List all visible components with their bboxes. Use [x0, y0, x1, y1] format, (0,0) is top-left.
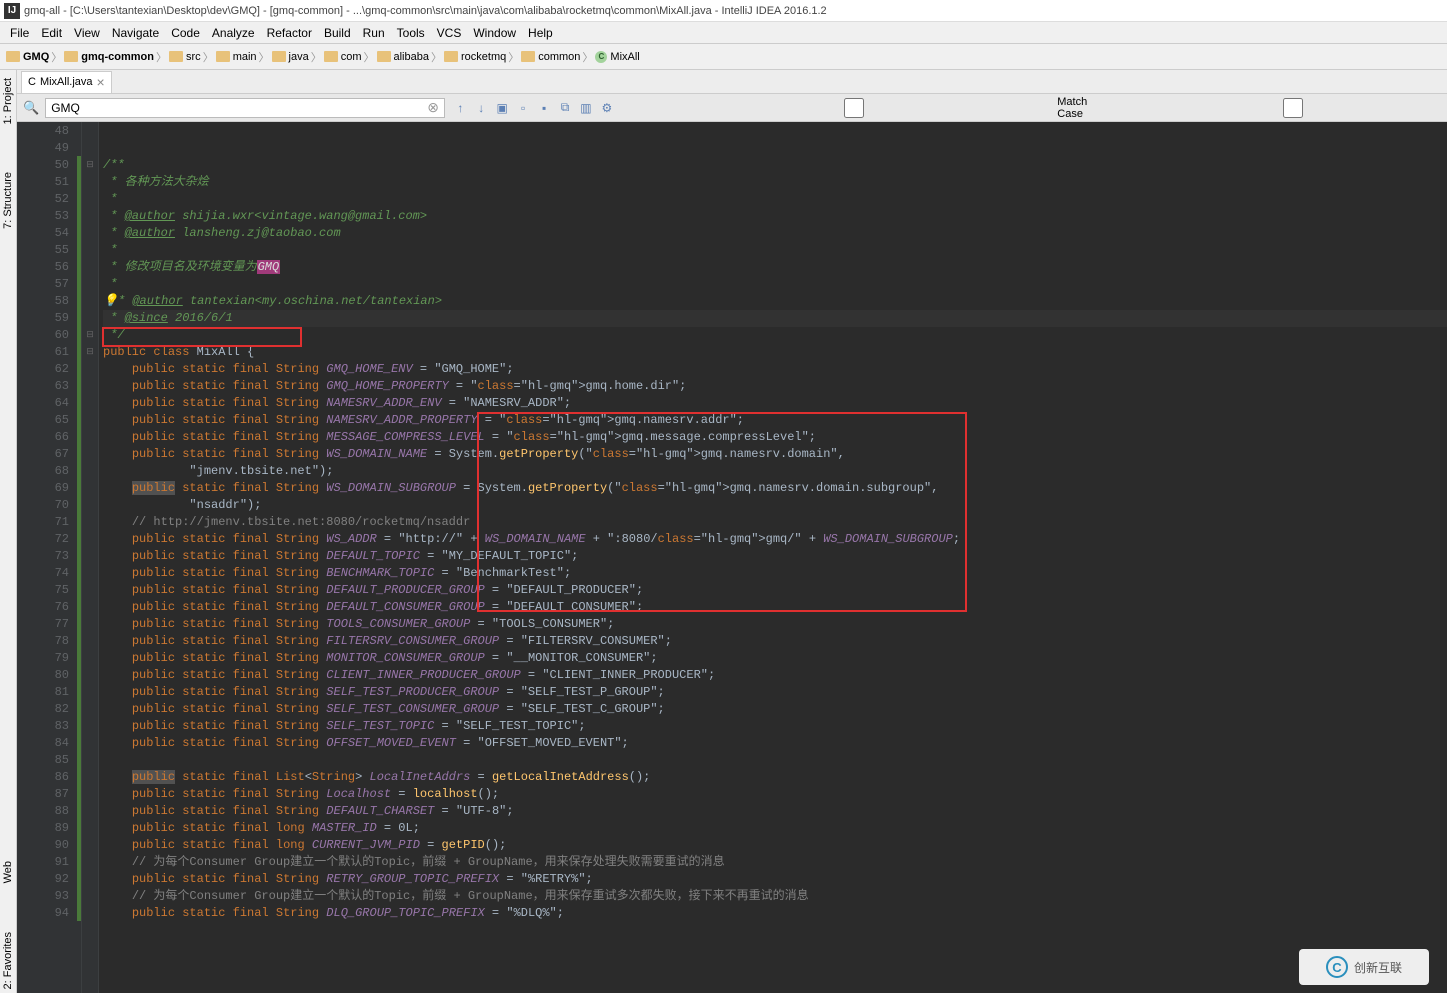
breadcrumb: GMQ〉 gmq-common〉 src〉 main〉 java〉 com〉 a…: [0, 44, 1447, 70]
code-body[interactable]: /** * 各种方法大杂烩 * * @author shijia.wxr<vin…: [99, 122, 1447, 993]
menu-analyze[interactable]: Analyze: [206, 26, 261, 40]
crumb-alibaba[interactable]: alibaba: [377, 51, 429, 63]
add-selection-icon[interactable]: ▫: [516, 100, 531, 116]
left-toolwindow-bar: 1: Project 7: Structure Web 2: Favorites: [0, 70, 17, 993]
crumb-com[interactable]: com: [324, 51, 362, 63]
menu-navigate[interactable]: Navigate: [106, 26, 165, 40]
menu-file[interactable]: File: [4, 26, 35, 40]
next-occurrence-icon[interactable]: ↓: [474, 100, 489, 116]
clear-icon[interactable]: ⊗: [427, 99, 439, 116]
class-icon: C: [595, 51, 607, 63]
crumb-project[interactable]: GMQ: [6, 51, 49, 63]
remove-selection-icon[interactable]: ▪: [537, 100, 552, 116]
crumb-module[interactable]: gmq-common: [64, 51, 154, 63]
menu-refactor[interactable]: Refactor: [261, 26, 318, 40]
search-icon: 🔍: [23, 100, 39, 116]
app-icon: IJ: [4, 3, 20, 19]
menu-view[interactable]: View: [68, 26, 106, 40]
line-gutter: 4849505152535455565758596061626364656667…: [17, 122, 77, 993]
menu-vcs[interactable]: VCS: [431, 26, 468, 40]
folder-icon: [377, 51, 391, 62]
class-icon: C: [28, 76, 36, 88]
folder-icon: [6, 51, 20, 62]
folder-icon: [324, 51, 338, 62]
menubar: File Edit View Navigate Code Analyze Ref…: [0, 22, 1447, 44]
watermark-text: 创新互联: [1354, 959, 1402, 976]
crumb-class[interactable]: CMixAll: [595, 51, 639, 63]
prev-occurrence-icon[interactable]: ↑: [453, 100, 468, 116]
titlebar: IJ gmq-all - [C:\Users\tantexian\Desktop…: [0, 0, 1447, 22]
file-tab-label: MixAll.java: [40, 76, 93, 88]
folder-icon: [64, 51, 78, 62]
close-icon[interactable]: ×: [97, 74, 105, 90]
menu-code[interactable]: Code: [165, 26, 206, 40]
match-case-checkbox[interactable]: Match Case: [654, 96, 1087, 120]
crumb-common[interactable]: common: [521, 51, 580, 63]
tab-structure[interactable]: 7: Structure: [0, 168, 16, 233]
editor-tabs: C MixAll.java ×: [17, 70, 1447, 94]
folder-icon: [444, 51, 458, 62]
menu-edit[interactable]: Edit: [35, 26, 68, 40]
filter-icon[interactable]: ▥: [578, 100, 593, 116]
tab-project[interactable]: 1: Project: [0, 74, 16, 128]
watermark: 创新互联: [1299, 949, 1429, 985]
settings-icon[interactable]: ⚙: [599, 100, 614, 116]
crumb-rocketmq[interactable]: rocketmq: [444, 51, 506, 63]
window-title: gmq-all - [C:\Users\tantexian\Desktop\de…: [24, 5, 827, 17]
menu-tools[interactable]: Tools: [391, 26, 431, 40]
crumb-java[interactable]: java: [272, 51, 309, 63]
folder-icon: [272, 51, 286, 62]
editor[interactable]: 4849505152535455565758596061626364656667…: [17, 122, 1447, 993]
folder-icon: [216, 51, 230, 62]
folder-icon: [169, 51, 183, 62]
exclude-icon[interactable]: ⧉: [558, 100, 573, 116]
menu-help[interactable]: Help: [522, 26, 559, 40]
find-bar: 🔍 ⊗ ↑ ↓ ▣ ▫ ▪ ⧉ ▥ ⚙ Match Case Regex Wor…: [17, 94, 1447, 122]
watermark-logo-icon: [1326, 956, 1348, 978]
file-tab-mixall[interactable]: C MixAll.java ×: [21, 71, 112, 93]
search-input[interactable]: [45, 98, 445, 118]
tab-web[interactable]: Web: [0, 857, 16, 887]
menu-run[interactable]: Run: [357, 26, 391, 40]
menu-build[interactable]: Build: [318, 26, 357, 40]
tab-favorites[interactable]: 2: Favorites: [0, 928, 16, 993]
menu-window[interactable]: Window: [467, 26, 522, 40]
select-all-icon[interactable]: ▣: [495, 100, 510, 116]
folder-icon: [521, 51, 535, 62]
crumb-main[interactable]: main: [216, 51, 257, 63]
regex-checkbox[interactable]: Regex: [1093, 98, 1447, 118]
crumb-src[interactable]: src: [169, 51, 201, 63]
